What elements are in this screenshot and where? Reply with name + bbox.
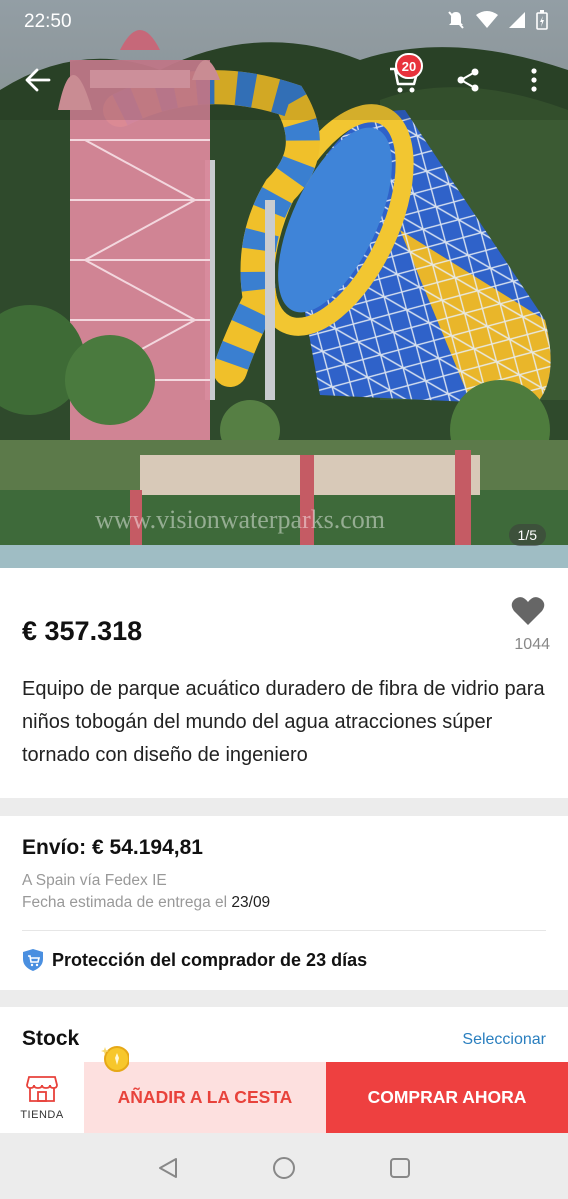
stock-label: Stock	[22, 1027, 80, 1050]
shipping-card[interactable]: Envío: € 54.194,81 A Spain vía Fedex IE …	[0, 816, 568, 990]
status-time: 22:50	[24, 11, 72, 32]
delivery-estimate: Fecha estimada de entrega el 23/09	[22, 894, 270, 912]
watermark: www.visionwaterparks.com	[95, 505, 385, 534]
delivery-date: 23/09	[231, 894, 271, 911]
nav-back-button[interactable]	[153, 1153, 183, 1183]
status-bar: 22:50	[0, 0, 568, 44]
nav-home-button[interactable]	[269, 1153, 299, 1183]
share-button[interactable]	[444, 50, 492, 110]
share-icon	[457, 68, 479, 92]
product-info-card: € 357.318 1044 Equipo de parque acuático…	[0, 568, 568, 798]
stock-card: Stock Seleccionar	[0, 1007, 568, 1067]
shipping-route: A Spain vía Fedex IE	[22, 872, 167, 889]
store-label: TIENDA	[20, 1108, 64, 1121]
more-options-button[interactable]	[510, 50, 558, 110]
product-price: € 357.318	[22, 616, 143, 646]
notifications-off-icon	[448, 11, 464, 29]
wifi-icon	[476, 11, 498, 28]
nav-home-icon	[273, 1157, 295, 1179]
back-arrow-icon	[25, 68, 51, 92]
cart-count-badge: 20	[395, 53, 423, 79]
coin-icon[interactable]	[101, 1044, 129, 1072]
divider	[22, 930, 546, 931]
top-action-bar	[0, 50, 568, 110]
store-button[interactable]: TIENDA	[0, 1062, 84, 1133]
shield-icon	[23, 949, 43, 971]
buy-now-button[interactable]: COMPRAR AHORA	[326, 1062, 568, 1133]
buyer-protection-text: Protección del comprador de 23 días	[52, 949, 368, 970]
stock-select-link[interactable]: Seleccionar	[462, 1031, 546, 1049]
battery-icon	[536, 10, 548, 30]
bottom-action-bar: TIENDA AÑADIR A LA CESTA COMPRAR AHORA	[0, 1062, 568, 1133]
system-nav-bar	[0, 1133, 568, 1199]
more-vertical-icon	[531, 68, 537, 92]
nav-recents-icon	[390, 1158, 410, 1178]
delivery-label: Fecha estimada de entrega el	[22, 894, 228, 911]
signal-icon	[509, 12, 525, 28]
product-title: Equipo de parque acuático duradero de fi…	[22, 678, 545, 766]
buyer-protection[interactable]: Protección del comprador de 23 días	[22, 948, 367, 972]
heart-icon	[511, 597, 545, 625]
back-button[interactable]	[14, 50, 62, 110]
add-to-cart-button[interactable]: AÑADIR A LA CESTA	[84, 1062, 326, 1133]
nav-recents-button[interactable]	[385, 1153, 415, 1183]
store-icon	[26, 1075, 58, 1102]
image-counter: 1/5	[508, 524, 546, 546]
favorite-count: 1044	[514, 636, 550, 653]
nav-back-icon	[159, 1158, 177, 1178]
favorite-button[interactable]	[508, 596, 548, 631]
shipping-cost: Envío: € 54.194,81	[22, 836, 203, 859]
